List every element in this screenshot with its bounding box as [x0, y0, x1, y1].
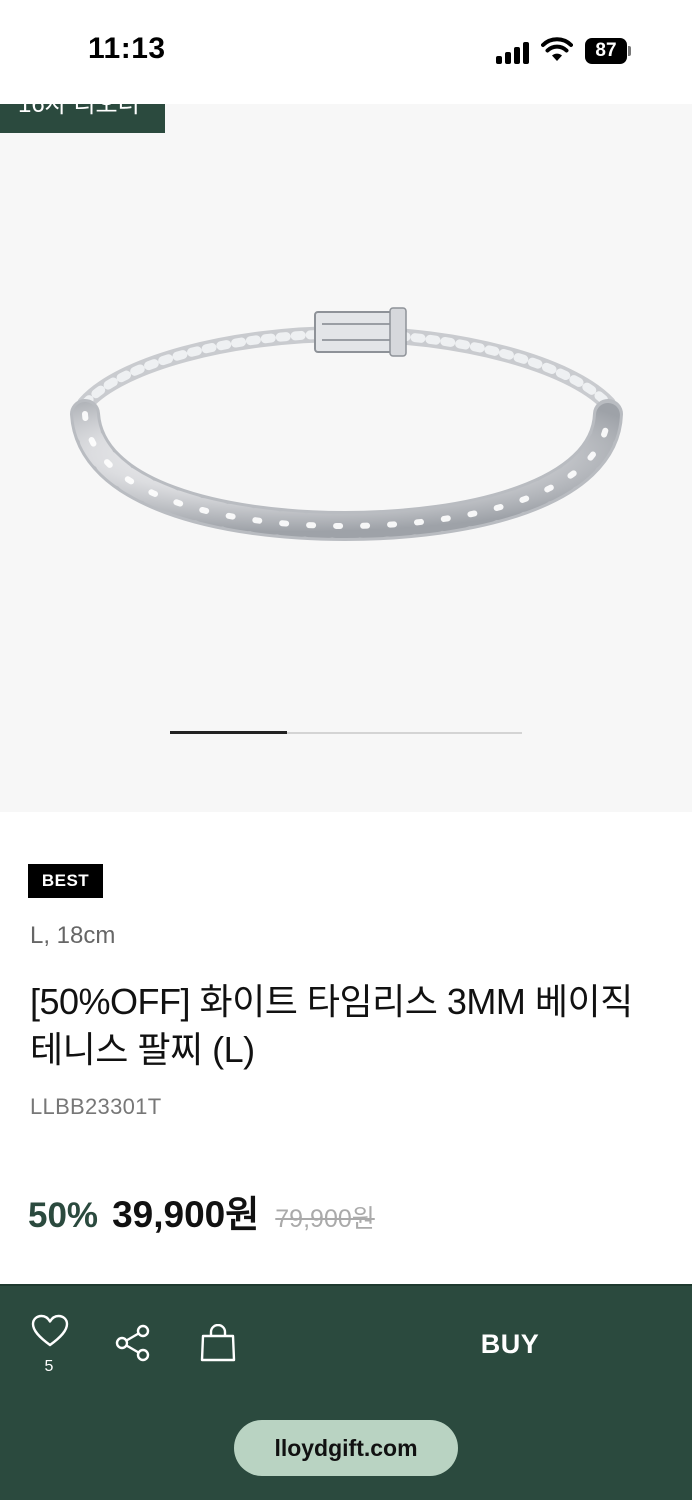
- product-option: L, 18cm: [30, 922, 116, 949]
- share-icon[interactable]: [114, 1324, 152, 1362]
- original-price: 79,900원: [275, 1205, 375, 1233]
- product-title: [50%OFF] 화이트 타임리스 3MM 베이직 테니스 팔찌 (L): [30, 981, 633, 1070]
- wifi-icon: [541, 37, 573, 61]
- product-image: [70, 307, 623, 542]
- carousel-pager-progress: [170, 731, 288, 734]
- bottom-action-bar: 5 BUY lloydgift.com: [0, 1284, 692, 1500]
- signal-icon: [496, 40, 532, 64]
- sale-price: 39,900원: [112, 1194, 260, 1235]
- status-bar: 11:13 87: [0, 0, 692, 104]
- promo-ribbon: 16자 리오더: [0, 104, 165, 133]
- price-row: 50% 39,900원 79,900원: [28, 1184, 375, 1235]
- status-time: 11:13: [88, 32, 166, 65]
- shopping-bag-icon[interactable]: [198, 1324, 238, 1362]
- url-bar[interactable]: lloydgift.com: [234, 1420, 458, 1476]
- battery-icon: 87: [585, 38, 631, 64]
- wishlist-button[interactable]: 5: [30, 1314, 70, 1375]
- battery-level: 87: [585, 38, 627, 64]
- carousel-pager: [170, 731, 522, 734]
- product-sku: LLBB23301T: [30, 1094, 162, 1119]
- buy-button[interactable]: BUY: [400, 1314, 620, 1374]
- wishlist-count: 5: [44, 1358, 54, 1375]
- product-image-carousel[interactable]: 16자 리오더: [0, 104, 692, 812]
- discount-rate: 50%: [28, 1196, 99, 1235]
- heart-icon: [31, 1314, 69, 1347]
- best-badge: BEST: [28, 864, 103, 898]
